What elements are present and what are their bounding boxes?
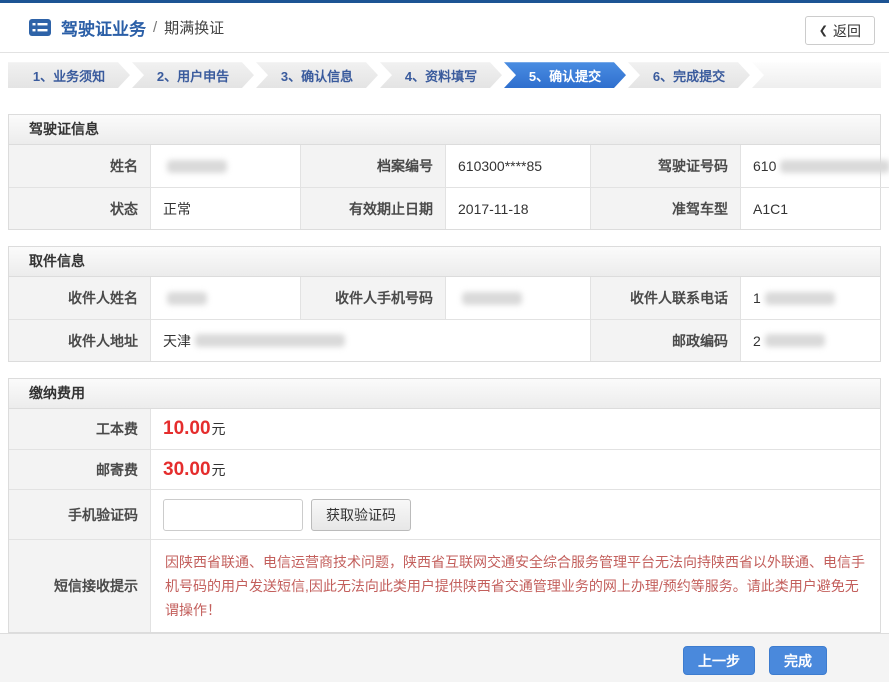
step-6-complete-submit[interactable]: 6、完成提交 bbox=[628, 62, 750, 88]
step-label: 1、业务须知 bbox=[33, 66, 105, 85]
field-label-vehicle-class: 准驾车型 bbox=[591, 187, 741, 229]
field-label-mailing-fee: 邮寄费 bbox=[9, 449, 151, 489]
field-value-production-fee: 10.00 元 bbox=[151, 409, 880, 449]
pickup-info-table: 收件人姓名 收件人手机号码 收件人联系电话 1 收件人地址 天津 邮政编码 2 bbox=[9, 277, 880, 361]
field-value-vehicle-class: A1C1 bbox=[741, 187, 889, 229]
field-value-recipient-name bbox=[151, 277, 301, 319]
redacted-value bbox=[462, 292, 522, 305]
step-3-confirm-info[interactable]: 3、确认信息 bbox=[256, 62, 378, 88]
back-button[interactable]: ❮ 返回 bbox=[805, 16, 875, 45]
redacted-value bbox=[765, 334, 825, 347]
sms-notice-text: 因陕西省联通、电信运营商技术问题，陕西省互联网交通安全综合服务管理平台无法向持陕… bbox=[151, 539, 880, 632]
step-label: 5、确认提交 bbox=[529, 66, 601, 85]
field-value-name bbox=[151, 145, 301, 187]
footer-action-bar: 上一步 完成 bbox=[0, 633, 889, 682]
field-label-postal-code: 邮政编码 bbox=[591, 319, 741, 361]
field-label-status: 状态 bbox=[9, 187, 151, 229]
step-4-fill-data[interactable]: 4、资料填写 bbox=[380, 62, 502, 88]
redacted-value bbox=[167, 160, 227, 173]
field-label-recipient-name: 收件人姓名 bbox=[9, 277, 151, 319]
page: 驾驶证业务 / 期满换证 ❮ 返回 1、业务须知 2、用户申告 3、确认信息 4… bbox=[0, 0, 889, 682]
field-label-recipient-address: 收件人地址 bbox=[9, 319, 151, 361]
field-value-recipient-mobile bbox=[446, 277, 591, 319]
step-label: 4、资料填写 bbox=[405, 66, 477, 85]
redacted-value bbox=[765, 292, 835, 305]
field-label-expiry: 有效期止日期 bbox=[301, 187, 446, 229]
field-label-license-no: 驾驶证号码 bbox=[591, 145, 741, 187]
step-1-business-notes[interactable]: 1、业务须知 bbox=[8, 62, 130, 88]
chevron-left-icon: ❮ bbox=[819, 24, 828, 37]
field-value-recipient-address: 天津 bbox=[151, 319, 591, 361]
field-value-status: 正常 bbox=[151, 187, 301, 229]
field-label-recipient-mobile: 收件人手机号码 bbox=[301, 277, 446, 319]
field-value-recipient-phone: 1 bbox=[741, 277, 880, 319]
content: 驾驶证信息 姓名 档案编号 610300****85 驾驶证号码 610 状态 … bbox=[0, 114, 889, 633]
mailing-fee-amount: 30.00 bbox=[163, 459, 211, 481]
step-label: 2、用户申告 bbox=[157, 66, 229, 85]
step-label: 3、确认信息 bbox=[281, 66, 353, 85]
get-sms-code-button[interactable]: 获取验证码 bbox=[311, 499, 411, 531]
finish-button[interactable]: 完成 bbox=[769, 646, 827, 675]
license-section-title: 驾驶证信息 bbox=[9, 115, 880, 145]
field-value-license-no: 610 bbox=[741, 145, 889, 187]
back-button-label: 返回 bbox=[833, 21, 861, 41]
step-5-confirm-submit-active[interactable]: 5、确认提交 bbox=[504, 62, 626, 88]
license-info-section: 驾驶证信息 姓名 档案编号 610300****85 驾驶证号码 610 状态 … bbox=[8, 114, 881, 230]
field-value-postal-code: 2 bbox=[741, 319, 880, 361]
production-fee-unit: 元 bbox=[212, 419, 226, 439]
license-info-table: 姓名 档案编号 610300****85 驾驶证号码 610 状态 正常 有效期… bbox=[9, 145, 880, 229]
step-label: 6、完成提交 bbox=[653, 66, 725, 85]
field-value-file-no: 610300****85 bbox=[446, 145, 591, 187]
field-label-sms-code: 手机验证码 bbox=[9, 489, 151, 539]
field-label-sms-notice: 短信接收提示 bbox=[9, 539, 151, 632]
field-value-expiry: 2017-11-18 bbox=[446, 187, 591, 229]
field-label-production-fee: 工本费 bbox=[9, 409, 151, 449]
fees-section-title: 缴纳费用 bbox=[9, 379, 880, 409]
field-label-recipient-phone: 收件人联系电话 bbox=[591, 277, 741, 319]
steps-bar-tail bbox=[752, 62, 881, 88]
fees-table: 工本费 10.00 元 邮寄费 30.00 元 手机验证码 获取验证码 短信接收… bbox=[9, 409, 880, 632]
field-label-file-no: 档案编号 bbox=[301, 145, 446, 187]
wizard-steps-bar: 1、业务须知 2、用户申告 3、确认信息 4、资料填写 5、确认提交 6、完成提… bbox=[8, 62, 881, 88]
breadcrumb-current: 期满换证 bbox=[164, 17, 224, 38]
redacted-value bbox=[167, 292, 207, 305]
redacted-value bbox=[780, 160, 889, 173]
breadcrumb-separator: / bbox=[153, 19, 157, 36]
pickup-info-section: 取件信息 收件人姓名 收件人手机号码 收件人联系电话 1 收件人地址 天津 邮政… bbox=[8, 246, 881, 362]
license-list-icon bbox=[28, 18, 52, 37]
redacted-value bbox=[195, 334, 345, 347]
pickup-section-title: 取件信息 bbox=[9, 247, 880, 277]
page-header: 驾驶证业务 / 期满换证 ❮ 返回 bbox=[0, 3, 889, 53]
production-fee-amount: 10.00 bbox=[163, 418, 211, 440]
step-2-user-declaration[interactable]: 2、用户申告 bbox=[132, 62, 254, 88]
page-title: 驾驶证业务 bbox=[61, 15, 146, 40]
sms-code-field: 获取验证码 bbox=[151, 489, 880, 539]
field-value-mailing-fee: 30.00 元 bbox=[151, 449, 880, 489]
fees-section: 缴纳费用 工本费 10.00 元 邮寄费 30.00 元 手机验证码 获取验证码… bbox=[8, 378, 881, 633]
field-label-name: 姓名 bbox=[9, 145, 151, 187]
mailing-fee-unit: 元 bbox=[212, 460, 226, 480]
previous-step-button[interactable]: 上一步 bbox=[683, 646, 755, 675]
sms-code-input[interactable] bbox=[163, 499, 303, 531]
